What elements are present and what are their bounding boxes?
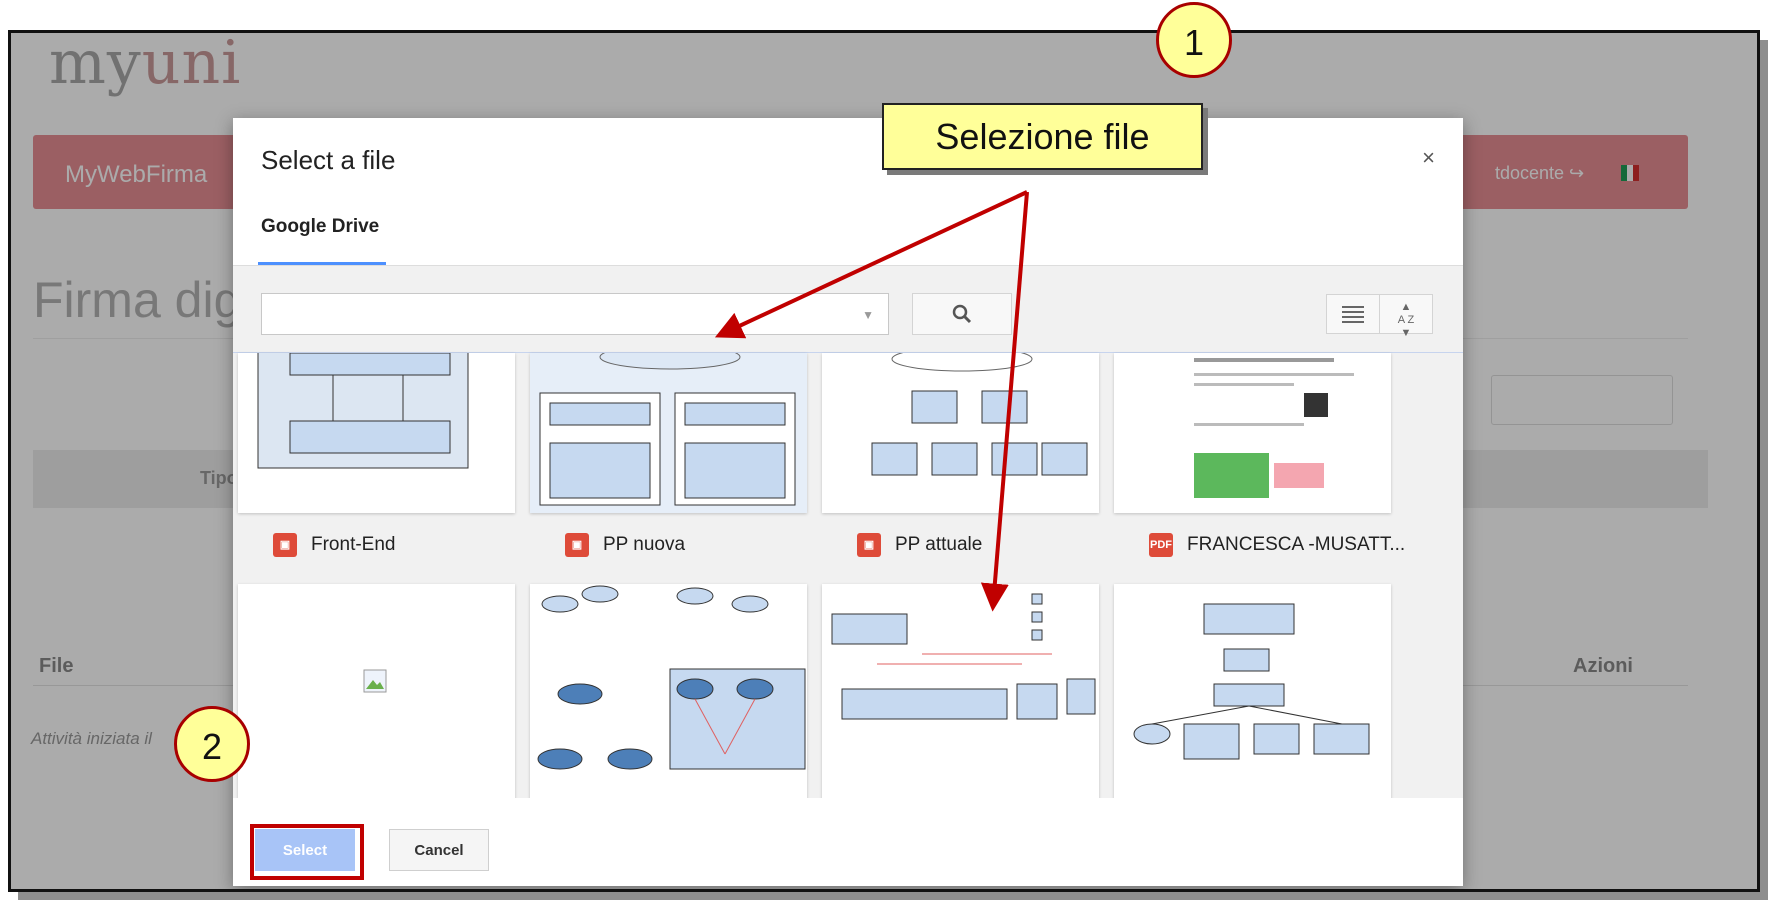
list-view-button[interactable] — [1326, 294, 1380, 334]
file-grid: ▣ Front-End ▣ PP nuova ▣ PP attuale PDF FRAN… — [233, 352, 1463, 798]
file-thumbnail[interactable] — [822, 584, 1099, 798]
dialog-title: Select a file — [261, 145, 396, 175]
dialog-body: ▼ ▲ A Z ▼ ▣ Front-End ▣ PP nuova ▣ PP at… — [233, 266, 1463, 798]
broken-image-icon — [363, 669, 387, 693]
diagram-preview — [1133, 603, 1370, 760]
diagram-preview — [831, 593, 1096, 720]
cancel-button[interactable]: Cancel — [389, 829, 489, 871]
slides-icon: ▣ — [565, 533, 589, 557]
sort-az-icon: ▲ A Z ▼ — [1397, 301, 1415, 339]
dropdown-caret-icon[interactable]: ▼ — [862, 308, 874, 322]
diagram-preview — [537, 585, 806, 770]
callout-selezione-file: Selezione file — [882, 103, 1203, 170]
file-thumbnail[interactable] — [1114, 584, 1391, 798]
slides-icon: ▣ — [857, 533, 881, 557]
file-thumbnail[interactable] — [530, 584, 807, 798]
file-item-label[interactable]: PDF FRANCESCA -MUSATT... — [1149, 533, 1405, 557]
file-item-label[interactable]: ▣ PP nuova — [565, 533, 685, 557]
slides-icon: ▣ — [273, 533, 297, 557]
dialog-footer: Select Cancel — [233, 798, 1463, 886]
tab-google-drive[interactable]: Google Drive — [261, 216, 379, 238]
diagram-preview — [257, 353, 469, 469]
file-item-label[interactable]: ▣ PP attuale — [857, 533, 982, 557]
diagram-preview — [530, 353, 807, 513]
search-input[interactable]: ▼ — [261, 293, 889, 335]
diagram-preview — [871, 353, 1088, 476]
file-thumbnail[interactable] — [238, 353, 515, 513]
select-highlight — [250, 824, 364, 880]
sort-button[interactable]: ▲ A Z ▼ — [1379, 294, 1433, 339]
file-thumbnail[interactable] — [1114, 353, 1391, 513]
file-thumbnail[interactable] — [238, 584, 515, 798]
file-picker-dialog: Select a file × Google Drive ▼ ▲ A Z ▼ ▣… — [233, 118, 1463, 886]
document-preview — [1194, 358, 1354, 498]
pdf-icon: PDF — [1149, 533, 1173, 557]
file-thumbnail[interactable] — [530, 353, 807, 513]
file-thumbnail[interactable] — [822, 353, 1099, 513]
search-icon — [952, 304, 972, 324]
step-1-marker: 1 — [1156, 2, 1232, 78]
file-item-label[interactable]: ▣ Front-End — [273, 533, 395, 557]
step-2-marker: 2 — [174, 706, 250, 782]
list-view-icon — [1342, 306, 1364, 323]
search-button[interactable] — [912, 293, 1012, 335]
close-button[interactable]: × — [1416, 144, 1441, 172]
